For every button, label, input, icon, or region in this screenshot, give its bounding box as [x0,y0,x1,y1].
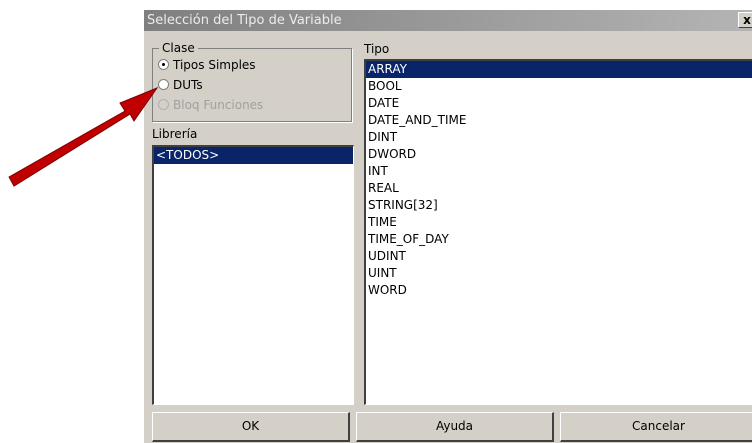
red-arrow-icon [8,86,159,187]
red-arrow-annotation [8,86,159,187]
